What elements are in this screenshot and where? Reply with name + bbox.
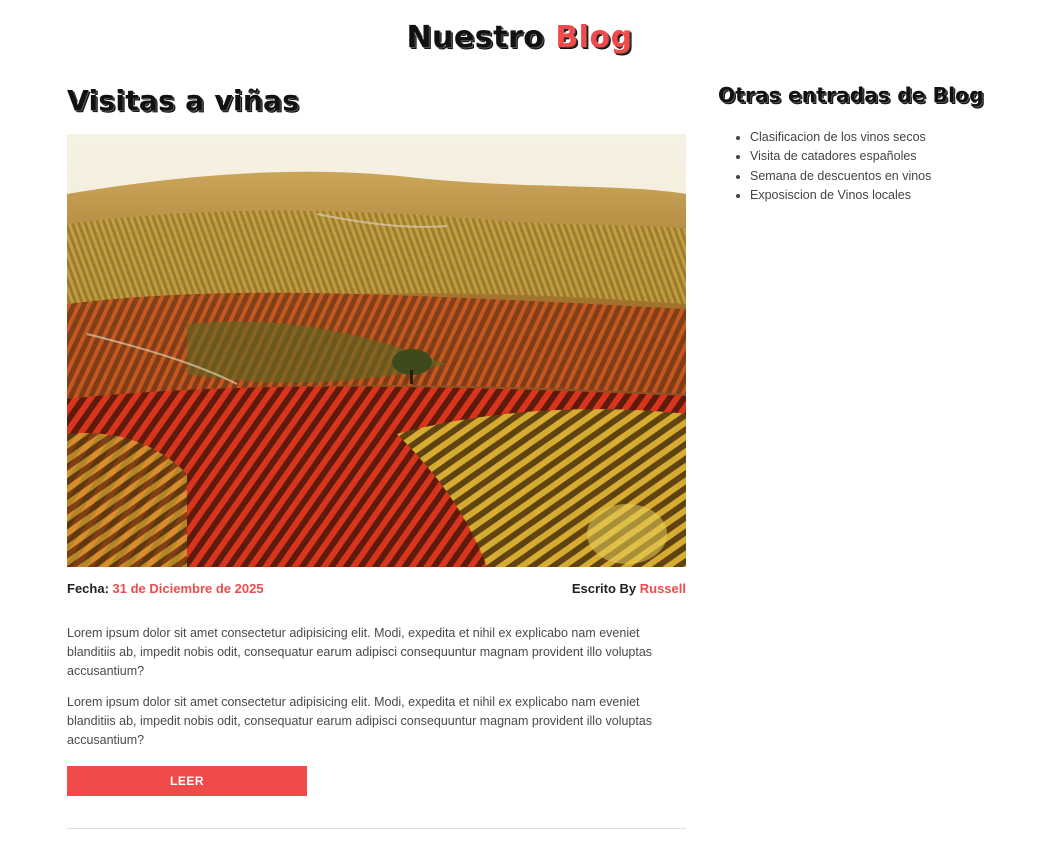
- post-paragraph-2: Lorem ipsum dolor sit amet consectetur a…: [67, 695, 653, 747]
- post-paragraph-1: Lorem ipsum dolor sit amet consectetur a…: [67, 626, 653, 678]
- sidebar-link-4[interactable]: Exposiscion de Vinos locales: [750, 188, 911, 202]
- date-value: 31 de Diciembre de 2025: [112, 581, 264, 596]
- list-item: Clasificacion de los vinos secos: [750, 128, 1018, 147]
- author-label: Escrito By: [571, 581, 637, 596]
- list-item: Exposiscion de Vinos locales: [750, 186, 1018, 205]
- list-item: Visita de catadores españoles: [750, 147, 1018, 166]
- read-more-button[interactable]: LEER: [67, 766, 307, 796]
- sidebar-link-2[interactable]: Visita de catadores españoles: [750, 149, 917, 163]
- date-label: Fecha:: [67, 581, 109, 596]
- sidebar: Otras entradas de Blog Clasificacion de …: [718, 82, 1018, 205]
- sidebar-link-3[interactable]: Semana de descuentos en vinos: [750, 169, 931, 183]
- post-divider: [67, 828, 686, 829]
- author-link[interactable]: Russell: [640, 581, 686, 596]
- sidebar-post-list: Clasificacion de los vinos secos Visita …: [718, 128, 1018, 205]
- blog-post: Visitas a viñas Fecha: 31 de Diciembre d…: [67, 84, 686, 829]
- sidebar-title: Otras entradas de Blog: [718, 83, 984, 107]
- site-title-accent: Blog: [555, 20, 633, 55]
- sidebar-link-1[interactable]: Clasificacion de los vinos secos: [750, 130, 926, 144]
- list-item: Semana de descuentos en vinos: [750, 167, 1018, 186]
- post-author: Escrito By Russell: [572, 581, 686, 596]
- post-title: Visitas a viñas: [67, 84, 300, 117]
- site-title: Nuestro Blog: [0, 20, 1039, 56]
- post-date: Fecha: 31 de Diciembre de 2025: [67, 581, 264, 596]
- post-meta: Fecha: 31 de Diciembre de 2025 Escrito B…: [67, 581, 686, 596]
- site-title-primary: Nuestro: [406, 20, 545, 55]
- vineyard-landscape-image: [67, 134, 686, 567]
